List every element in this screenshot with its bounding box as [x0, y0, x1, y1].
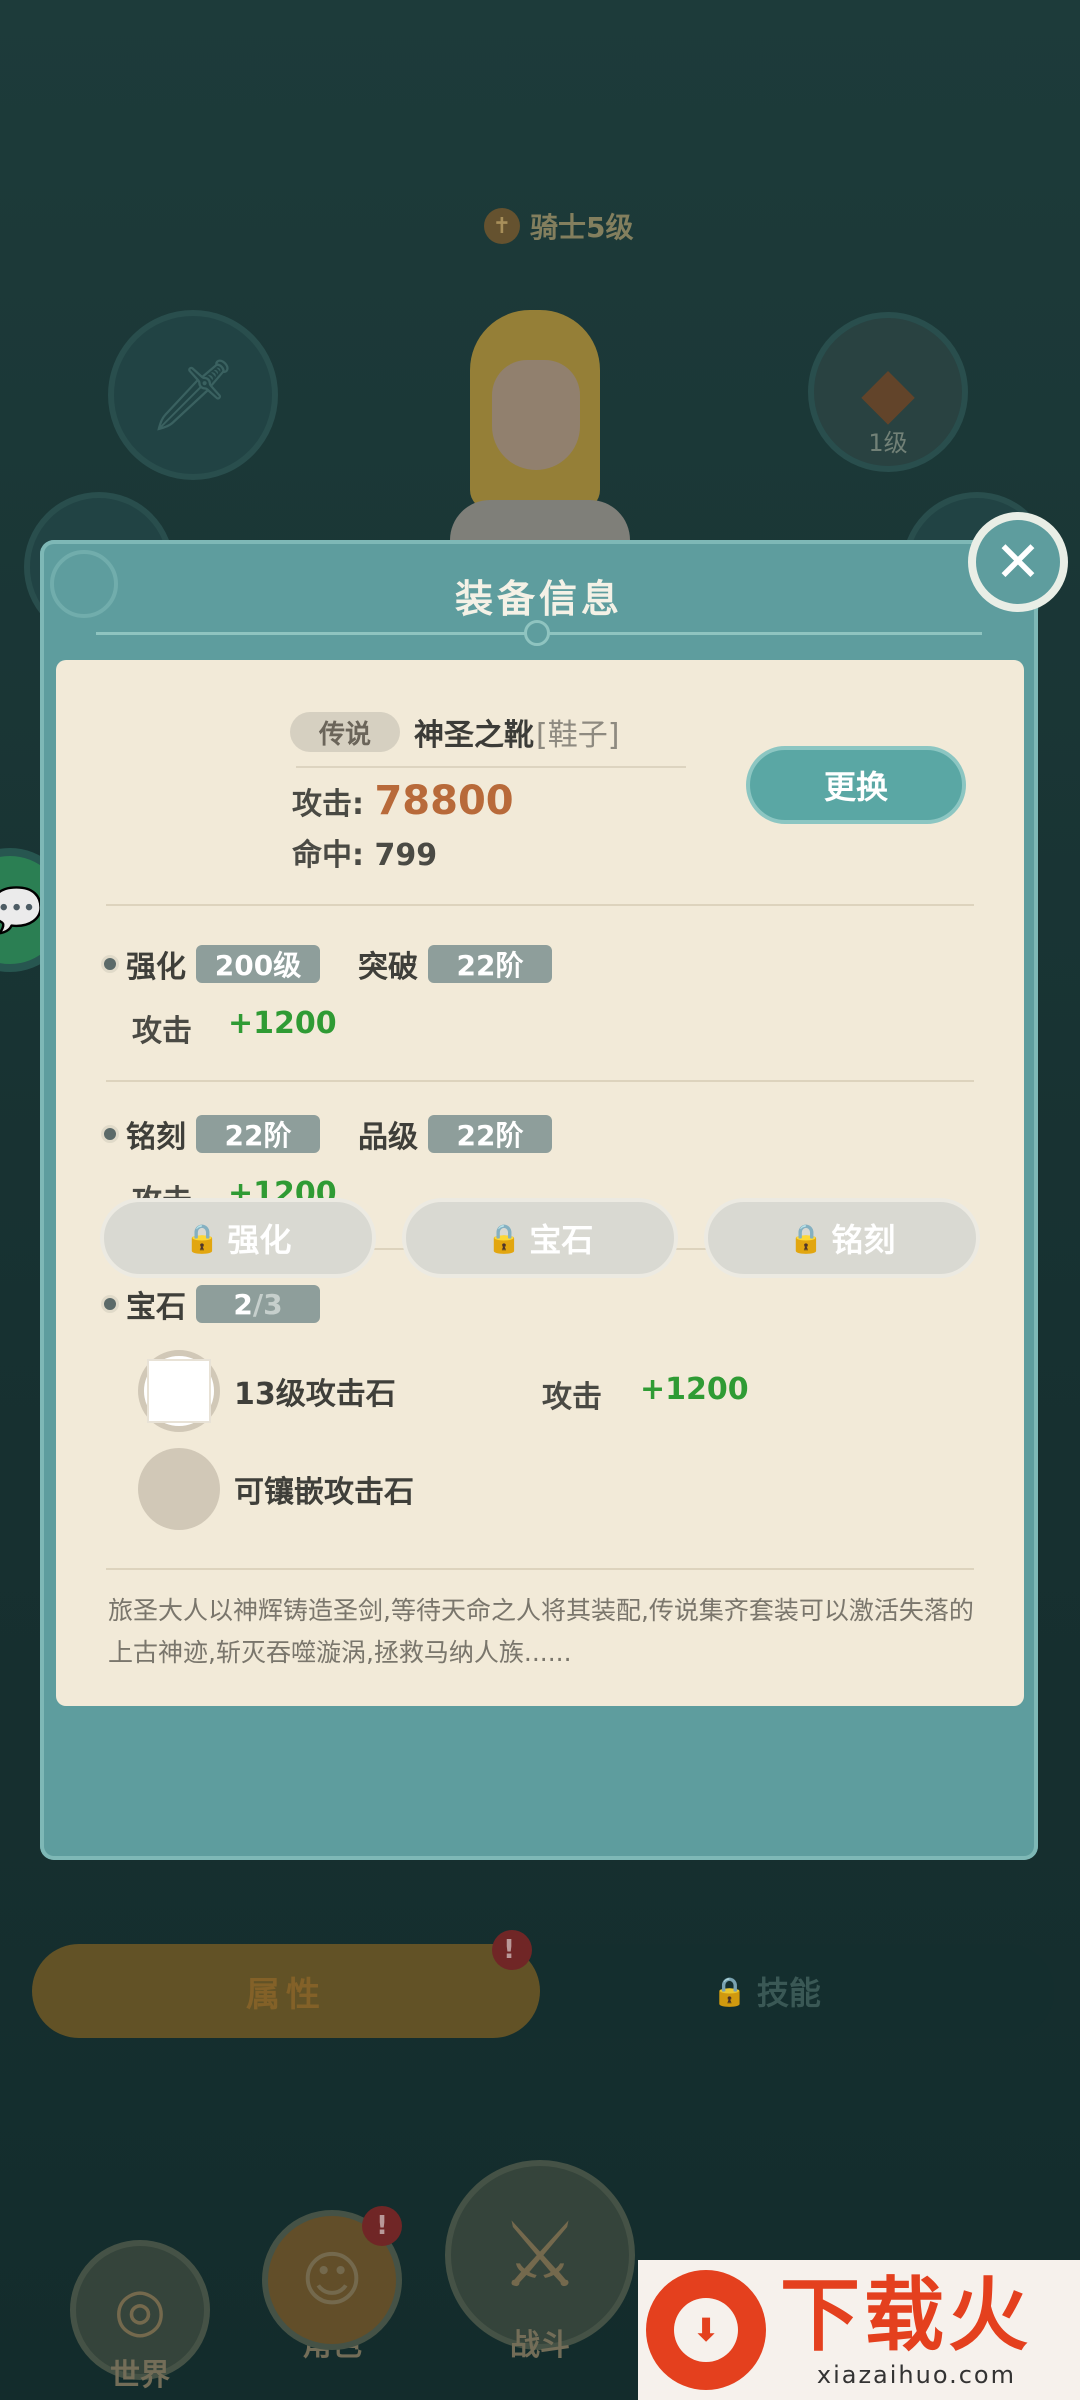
gem-button[interactable]: 🔒 宝石 [402, 1198, 678, 1278]
dialog-title: 装备信息 [454, 577, 623, 621]
engrave-button[interactable]: 🔒 铭刻 [704, 1198, 980, 1278]
item-type: [鞋子] [536, 718, 620, 753]
gem-slot-empty[interactable] [138, 1448, 220, 1530]
section-divider [106, 1080, 974, 1082]
rarity-badge: 传说 [290, 712, 400, 752]
hit-stat: 命中: 799 [292, 838, 438, 873]
grade-level-chip: 22阶 [428, 1115, 552, 1153]
bullet-icon [104, 958, 116, 970]
gem-name: 可镶嵌攻击石 [234, 1475, 414, 1510]
lock-icon: 🔒 [788, 1221, 824, 1255]
bullet-icon [104, 1128, 116, 1140]
hit-value: 799 [374, 838, 438, 873]
item-name: 神圣之靴 [414, 718, 534, 753]
equipment-card: 传说 神圣之靴 [鞋子] 攻击: 78800 命中: 799 更换 强化 200… [56, 660, 1024, 1706]
flame-logo-icon: ⬇ [646, 2270, 766, 2390]
watermark-logo: ⬇ 下载火 xiazaihuo.com [638, 2260, 1080, 2400]
attack-value: 78800 [374, 778, 514, 824]
lock-icon: 🔒 [486, 1221, 522, 1255]
break-level-chip: 22阶 [428, 945, 552, 983]
section-divider [106, 904, 974, 906]
gem-stat: 攻击 +1200 [542, 1372, 749, 1415]
gem-item[interactable]: 可镶嵌攻击石 [138, 1448, 414, 1530]
enhance-button[interactable]: 🔒 强化 [100, 1198, 376, 1278]
section-divider [106, 1568, 974, 1570]
gem-slot-filled[interactable] [138, 1350, 220, 1432]
gem-item[interactable]: 13级攻击石 [138, 1350, 396, 1432]
gem-count-chip: 2/3 [196, 1285, 320, 1323]
attack-stat: 攻击: 78800 [292, 778, 514, 824]
replace-button[interactable]: 更换 [746, 746, 966, 824]
gear-ornament-icon [524, 620, 550, 646]
name-divider [296, 766, 686, 768]
enhance-section-header: 强化 200级 突破 22阶 [104, 942, 552, 986]
enhance-bonus: 攻击 +1200 [132, 1006, 337, 1049]
enhance-level-chip: 200级 [196, 945, 320, 983]
close-button[interactable]: ✕ [968, 512, 1068, 612]
bullet-icon [104, 1298, 116, 1310]
gem-section-header: 宝石 2/3 [104, 1282, 320, 1326]
item-description: 旅圣大人以神辉铸造圣剑,等待天命之人将其装配,传说集齐套装可以激活失落的上古神迹… [108, 1596, 974, 1667]
engrave-section-header: 铭刻 22阶 品级 22阶 [104, 1112, 552, 1156]
gem-name: 13级攻击石 [234, 1377, 396, 1412]
engrave-level-chip: 22阶 [196, 1115, 320, 1153]
lock-icon: 🔒 [184, 1221, 220, 1255]
close-icon: ✕ [994, 529, 1042, 595]
